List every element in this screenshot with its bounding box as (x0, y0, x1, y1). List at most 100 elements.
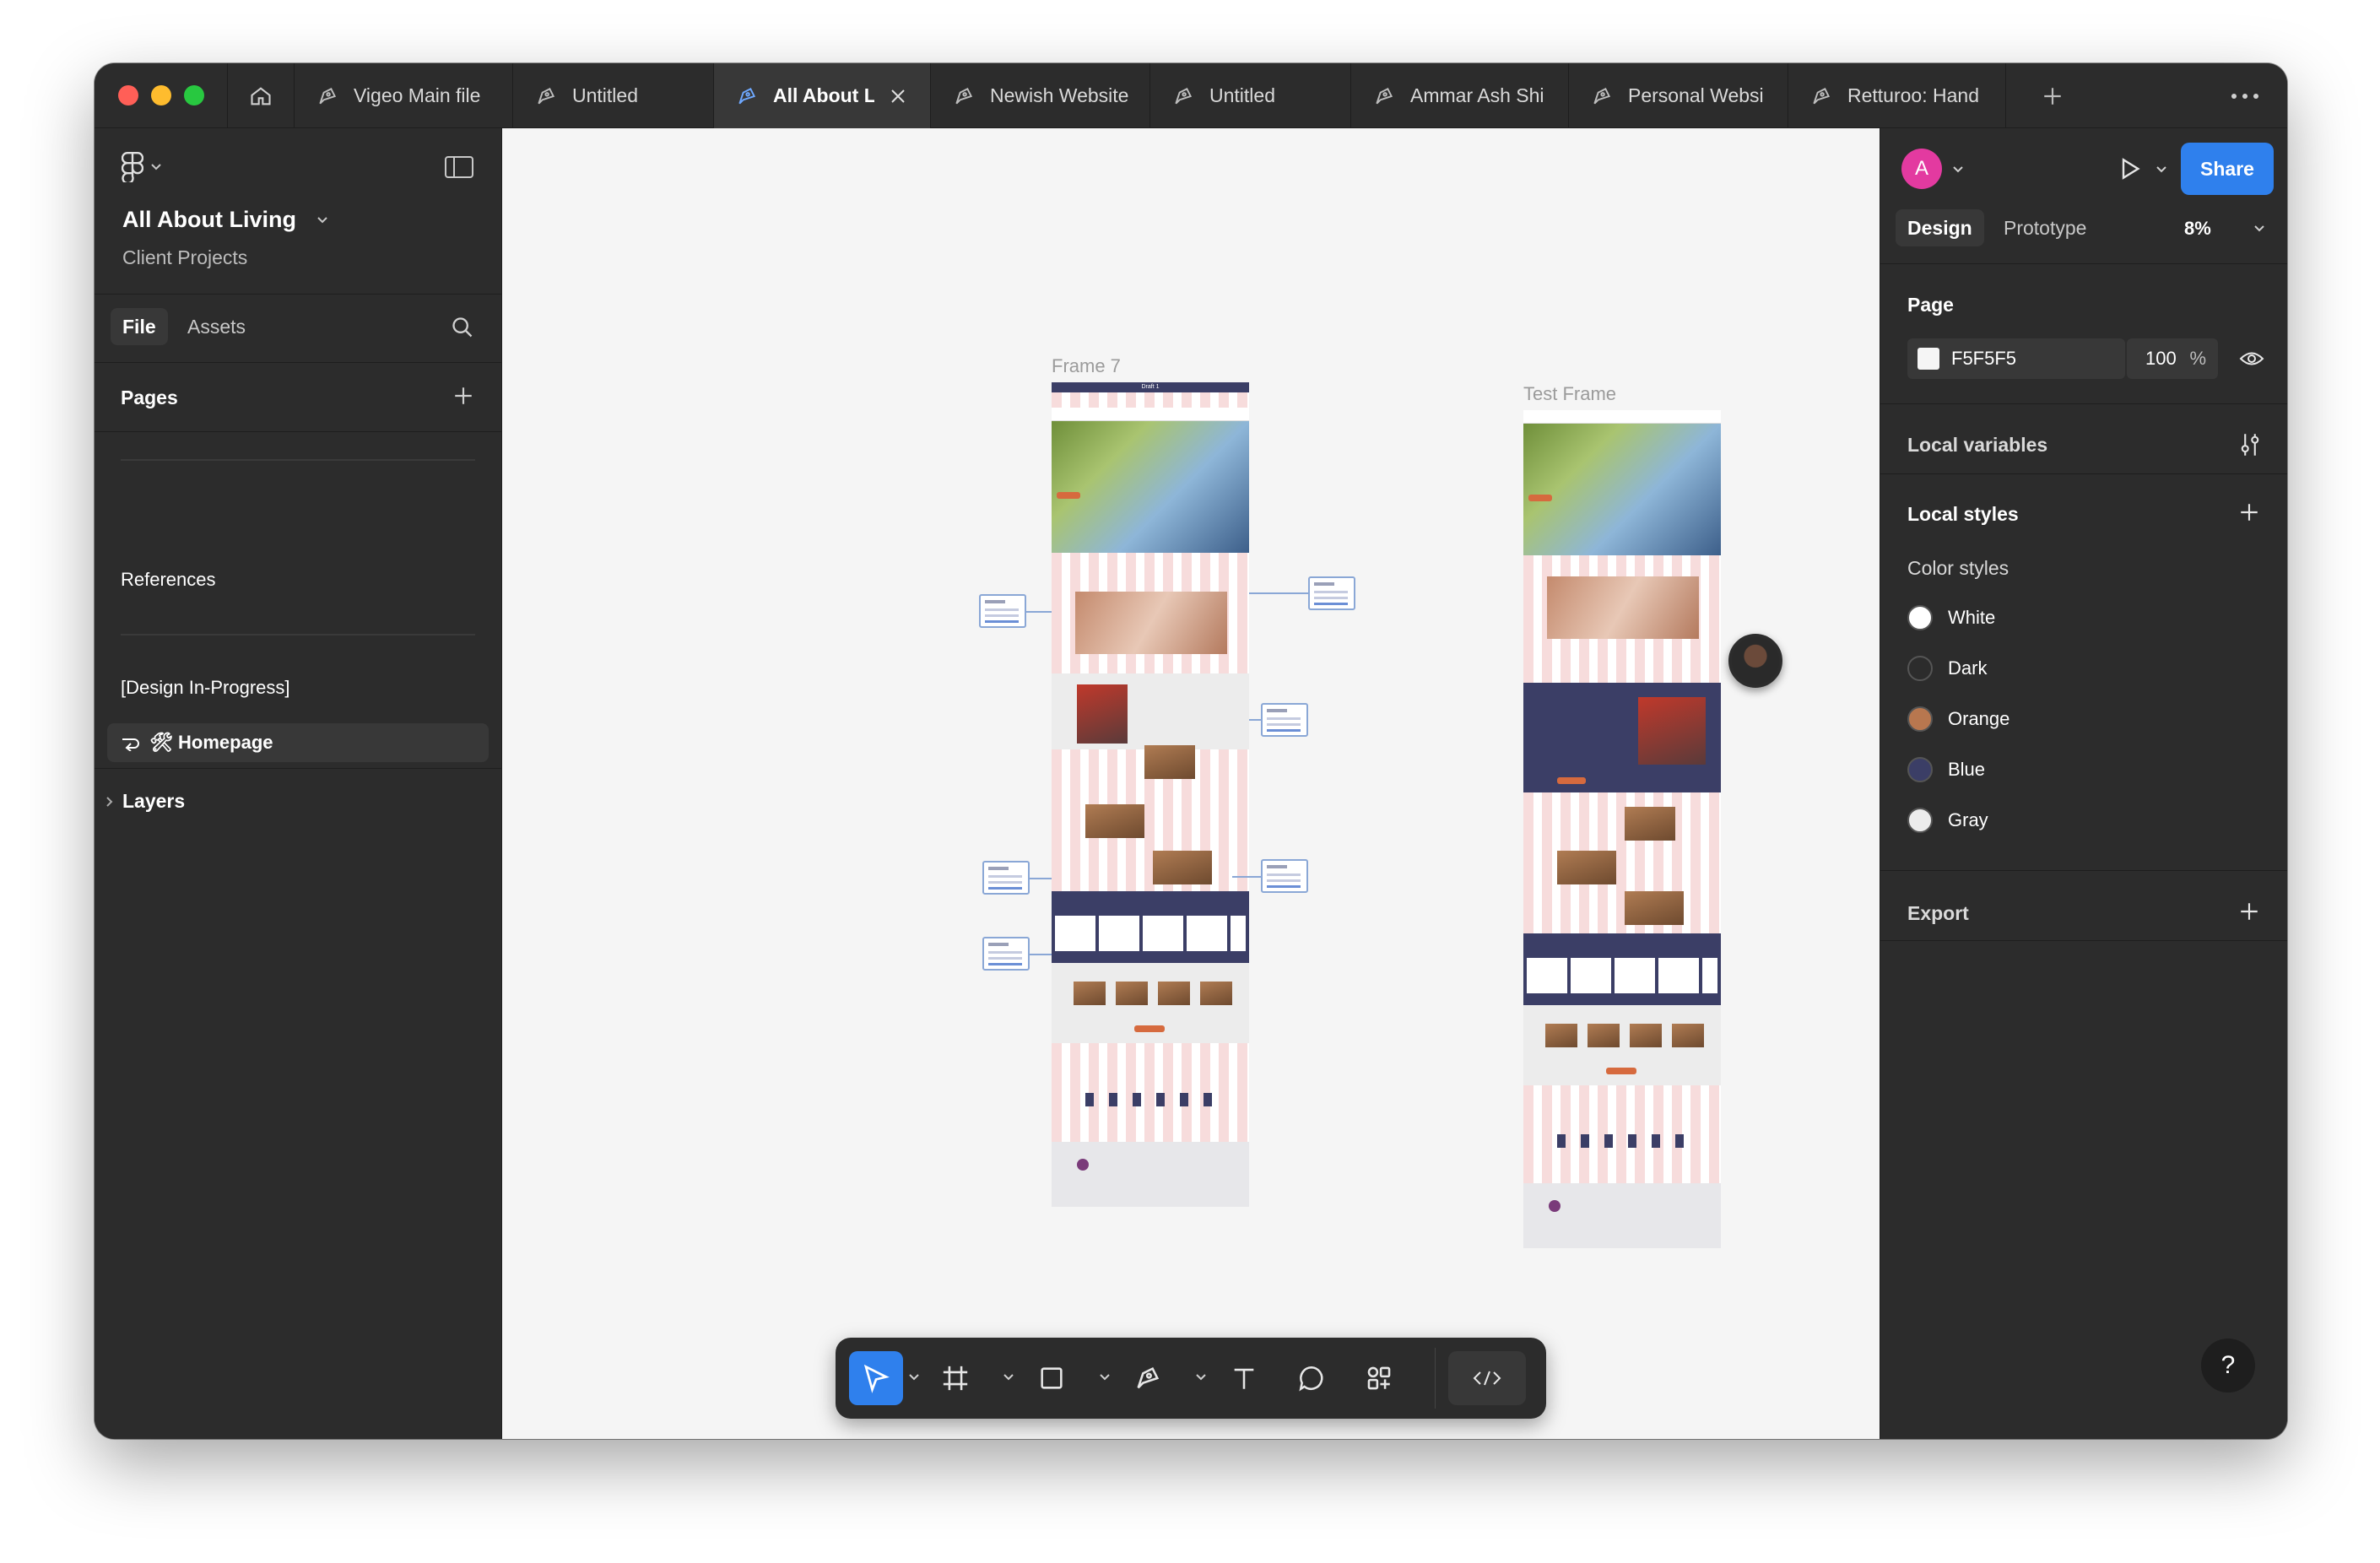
chevron-down-icon[interactable] (1195, 1373, 1207, 1382)
tab-prototype[interactable]: Prototype (1992, 209, 2098, 246)
tab-untitled-2[interactable]: Untitled (1150, 63, 1351, 128)
page-item-homepage[interactable]: 🛠 Homepage (107, 723, 489, 762)
color-style-orange[interactable]: Orange (1907, 706, 2009, 732)
tab-untitled-1[interactable]: Untitled (513, 63, 714, 128)
comment-note[interactable] (979, 594, 1026, 628)
mock-how-image-2 (1557, 851, 1616, 884)
tab-label: All About L (773, 84, 874, 106)
comment-note[interactable] (1261, 703, 1308, 737)
frame-label-test-frame[interactable]: Test Frame (1523, 383, 1616, 405)
frame-label-frame-7[interactable]: Frame 7 (1052, 355, 1121, 377)
tab-ammar-ash-shi[interactable]: Ammar Ash Shi (1351, 63, 1569, 128)
mock-blog-card-4 (1672, 1024, 1704, 1047)
page-item-design-in-progress[interactable]: [Design In-Progress] (121, 677, 290, 699)
add-style-button[interactable] (2238, 501, 2260, 527)
close-tab-icon[interactable] (888, 86, 908, 106)
tab-design[interactable]: Design (1896, 209, 1984, 246)
frame-test-frame[interactable] (1523, 410, 1721, 1248)
comment-connector (1232, 876, 1261, 878)
mock-how-image-1 (1625, 807, 1675, 841)
rectangle-tool-button[interactable] (1025, 1351, 1079, 1405)
opacity-value: 100 (2145, 348, 2177, 369)
color-style-gray[interactable]: Gray (1907, 808, 1988, 833)
pen-tool-button[interactable] (1121, 1351, 1175, 1405)
mock-blog-card-4 (1200, 982, 1232, 1005)
tab-file[interactable]: File (111, 308, 168, 345)
toggle-visibility-button[interactable] (2239, 349, 2264, 372)
project-name[interactable]: Client Projects (122, 246, 247, 269)
color-swatch[interactable] (1918, 348, 1939, 370)
chevron-down-icon[interactable] (1003, 1373, 1014, 1382)
zoom-level[interactable]: 8% (2184, 218, 2211, 240)
dev-mode-toggle[interactable] (1448, 1351, 1526, 1405)
layers-section-toggle[interactable]: Layers (105, 790, 185, 813)
text-tool-button[interactable] (1217, 1351, 1271, 1405)
comment-tool-button[interactable] (1285, 1351, 1339, 1405)
mock-header (1052, 408, 1249, 421)
frame-draft-1[interactable]: Draft 1 (1052, 382, 1249, 1207)
tab-vigeo-main-file[interactable]: Vigeo Main file (295, 63, 513, 128)
new-tab-button[interactable] (2027, 63, 2078, 128)
comment-note[interactable] (1308, 576, 1355, 610)
chevron-down-icon[interactable] (1952, 165, 1964, 174)
frame-tool-button[interactable] (928, 1351, 982, 1405)
page-item-references[interactable]: References (121, 569, 216, 591)
color-style-name: White (1948, 607, 1996, 628)
add-page-button[interactable] (452, 385, 474, 411)
page-fill-color-field[interactable]: F5F5F5 (1907, 338, 2125, 379)
design-file-icon (1593, 87, 1611, 104)
pages-heading: Pages (121, 387, 178, 408)
chevron-down-icon (151, 164, 161, 170)
user-avatar[interactable]: A (1901, 149, 1942, 189)
add-export-button[interactable] (2238, 900, 2260, 927)
file-name-menu[interactable]: All About Living (122, 207, 328, 233)
frame-hash-icon (943, 1366, 968, 1391)
tab-newish-website[interactable]: Newish Website (931, 63, 1150, 128)
comment-note[interactable] (982, 937, 1030, 971)
present-button[interactable] (2117, 155, 2144, 187)
color-style-white[interactable]: White (1907, 605, 1995, 630)
minimize-window-button[interactable] (151, 85, 171, 105)
share-button[interactable]: Share (2181, 143, 2274, 195)
mock-testimonial-cards (1527, 958, 1717, 993)
local-variables-button[interactable]: Local variables (1907, 434, 2047, 457)
chevron-down-icon[interactable] (2253, 224, 2265, 233)
move-tool-button[interactable] (849, 1351, 903, 1405)
chevron-down-icon[interactable] (1099, 1373, 1111, 1382)
mock-blog-card-2 (1116, 982, 1148, 1005)
collaborator-cursor-avatar[interactable] (1728, 634, 1782, 688)
design-canvas[interactable]: Frame 7 Draft 1 Test Frame (502, 128, 1880, 1439)
cursor-arrow-icon (863, 1364, 890, 1393)
percent-label: % (2189, 348, 2206, 369)
tab-retturoo-hand[interactable]: Retturoo: Hand (1788, 63, 2006, 128)
color-style-blue[interactable]: Blue (1907, 757, 1985, 782)
rectangle-icon (1041, 1367, 1063, 1389)
close-window-button[interactable] (118, 85, 138, 105)
sliders-icon (2241, 434, 2259, 456)
comment-note[interactable] (1261, 859, 1308, 893)
tab-personal-website[interactable]: Personal Websi (1569, 63, 1788, 128)
toggle-sidebar-button[interactable] (444, 155, 474, 183)
search-layers-button[interactable] (451, 316, 474, 343)
page-opacity-field[interactable]: 100 % (2127, 338, 2218, 379)
actions-tool-button[interactable] (1352, 1351, 1406, 1405)
maximize-window-button[interactable] (184, 85, 204, 105)
variables-settings-button[interactable] (2238, 432, 2262, 462)
code-brackets-icon (1473, 1371, 1501, 1386)
page-section-heading: Page (1907, 294, 1954, 316)
chevron-down-icon[interactable] (908, 1373, 920, 1382)
tab-all-about-living[interactable]: All About L (714, 63, 931, 128)
more-tabs-button[interactable] (2220, 63, 2270, 128)
plus-icon (2044, 87, 2061, 105)
color-style-name: Blue (1948, 759, 1986, 780)
comment-note[interactable] (982, 861, 1030, 895)
chevron-down-icon[interactable] (2156, 165, 2167, 174)
divider (95, 362, 502, 363)
home-tab[interactable] (227, 63, 295, 128)
main-menu-button[interactable] (122, 152, 162, 182)
tab-assets[interactable]: Assets (176, 308, 257, 345)
mock-support-cta (1557, 777, 1586, 784)
color-style-dark[interactable]: Dark (1907, 656, 1987, 681)
help-button[interactable]: ? (2201, 1339, 2255, 1393)
design-file-icon (538, 87, 555, 104)
